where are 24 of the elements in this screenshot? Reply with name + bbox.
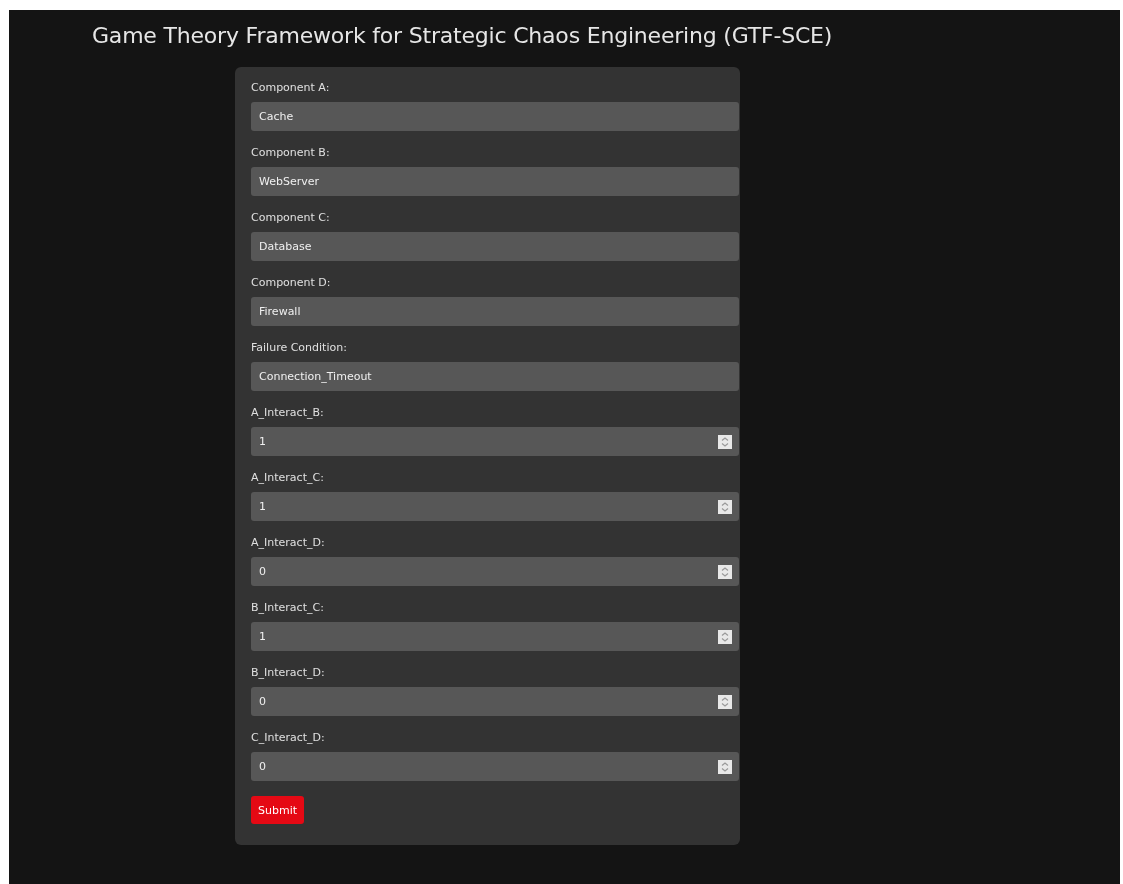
field-label: A_Interact_B: xyxy=(251,406,325,420)
field-label: C_Interact_D: xyxy=(251,731,326,745)
field-label: Component B: xyxy=(251,146,331,160)
field-label: Component C: xyxy=(251,211,331,225)
input-field[interactable]: WebServer xyxy=(251,167,739,196)
input-field[interactable]: Database xyxy=(251,232,739,261)
input-field[interactable]: 1 xyxy=(251,427,739,456)
submit-button[interactable]: Submit xyxy=(251,796,305,824)
page-title: Game Theory Framework for Strategic Chaos Engineering (GTF-SCE) xyxy=(92,22,834,50)
input-field[interactable]: 0 xyxy=(251,687,739,716)
input-field[interactable]: Firewall xyxy=(251,297,739,326)
input-field[interactable]: Cache xyxy=(251,102,739,131)
field-label: A_Interact_D: xyxy=(251,536,326,550)
input-field[interactable]: 0 xyxy=(251,752,739,781)
input-field[interactable]: 1 xyxy=(251,492,739,521)
field-label: B_Interact_C: xyxy=(251,601,325,615)
field-label: A_Interact_C: xyxy=(251,471,325,485)
field-label: Component D: xyxy=(251,276,332,290)
input-field[interactable]: 0 xyxy=(251,557,739,586)
input-field[interactable]: Connection_Timeout xyxy=(251,362,739,391)
input-field[interactable]: 1 xyxy=(251,622,739,651)
field-label: Failure Condition: xyxy=(251,341,348,355)
field-label: Component A: xyxy=(251,81,331,95)
field-label: B_Interact_D: xyxy=(251,666,326,680)
